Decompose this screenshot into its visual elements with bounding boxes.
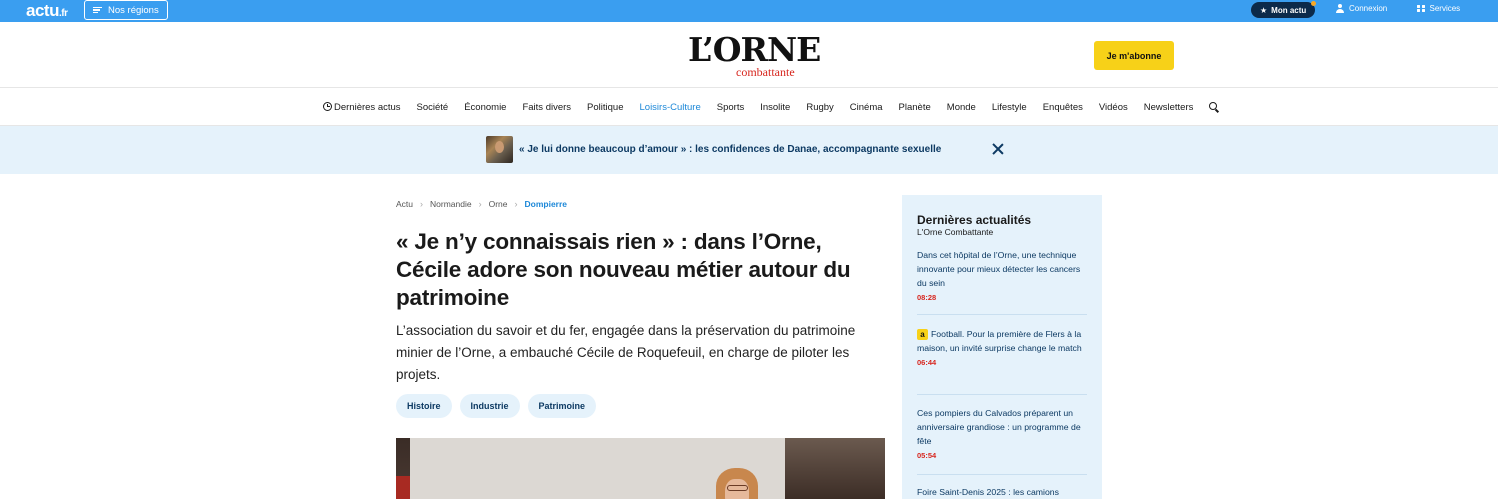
notification-dot [1311,1,1317,6]
breadcrumb: Actu › Normandie › Orne › Dompierre [396,199,567,209]
chevron-right-icon: › [478,199,482,209]
divider [917,314,1087,315]
actu-logo[interactable]: actu.fr [26,1,68,21]
news-item[interactable]: Dans cet hôpital de l’Orne, une techniqu… [917,248,1087,302]
nav-item-cinema[interactable]: Cinéma [850,102,883,113]
site-logo[interactable]: L’ORNE combattante [688,30,821,79]
services-link[interactable]: Services [1417,4,1460,13]
news-item-time: 06:44 [917,358,937,367]
latest-news-sidebar: Dernières actualités L'Orne Combattante … [902,195,1102,499]
breadcrumb-normandie[interactable]: Normandie [430,199,472,209]
tag-histoire[interactable]: Histoire [396,394,452,418]
news-item-title: Ces pompiers du Calvados préparent un an… [917,408,1081,446]
clock-icon [323,101,332,111]
login-label: Connexion [1349,4,1388,13]
nav-item-monde[interactable]: Monde [947,102,976,113]
nav-item-lifestyle[interactable]: Lifestyle [992,102,1027,113]
top-bar: actu.fr Nos régions ★ Mon actu Connexion… [0,0,1498,22]
star-icon: ★ [1260,5,1268,15]
header-divider [0,87,1498,88]
news-item-title: Foire Saint-Denis 2025 : les camions [917,487,1059,497]
banner-link[interactable]: « Je lui donne beaucoup d’amour » : les … [519,144,941,155]
chevron-right-icon: › [514,199,518,209]
nav-item-rugby[interactable]: Rugby [806,102,833,113]
subscribe-button[interactable]: Je m'abonne [1094,41,1174,70]
sidebar-title: Dernières actualités [917,213,1032,227]
user-icon [1335,4,1344,13]
nav-item-economie[interactable]: Économie [464,102,506,113]
breadcrumb-orne[interactable]: Orne [489,199,508,209]
nav-item-dernieres-actus[interactable]: Dernières actus [323,101,401,113]
tag-industrie[interactable]: Industrie [459,394,520,418]
alert-banner: « Je lui donne beaucoup d’amour » : les … [0,126,1498,174]
chevron-right-icon: › [420,199,424,209]
divider [917,394,1087,395]
news-item[interactable]: Foire Saint-Denis 2025 : les camions [917,485,1087,499]
news-item[interactable]: Ces pompiers du Calvados préparent un an… [917,406,1087,460]
menu-icon [93,5,102,15]
breadcrumb-dompierre[interactable]: Dompierre [525,199,568,209]
nav-item-societe[interactable]: Société [417,102,449,113]
news-item-time: 05:54 [917,451,937,460]
logo-subtitle: combattante [736,65,795,79]
close-icon[interactable] [992,143,1004,155]
article-photo [396,438,885,499]
article-tags: Histoire Industrie Patrimoine [396,394,597,418]
breadcrumb-actu[interactable]: Actu [396,199,413,209]
nav-item-faits-divers[interactable]: Faits divers [522,102,571,113]
nav-item-newsletters[interactable]: Newsletters [1144,102,1194,113]
grid-icon [1417,4,1425,13]
nav-item-politique[interactable]: Politique [587,102,623,113]
mon-actu-label: Mon actu [1271,5,1307,15]
divider [917,474,1087,475]
nav-item-planete[interactable]: Planète [899,102,931,113]
article-headline: « Je n’y connaissais rien » : dans l’Orn… [396,229,851,310]
services-label: Services [1429,4,1461,13]
nav-item-sports[interactable]: Sports [717,102,744,113]
news-item-time: 08:28 [917,293,937,302]
search-icon[interactable] [1209,102,1219,112]
regions-label: Nos régions [108,4,159,16]
main-nav: Dernières actus Société Économie Faits d… [323,100,1219,114]
article-lead: L’association du savoir et du fer, engag… [396,323,856,382]
login-link[interactable]: Connexion [1335,4,1387,13]
banner-thumbnail[interactable] [486,136,513,163]
premium-badge-icon: a [917,329,928,340]
news-item-title: Dans cet hôpital de l’Orne, une techniqu… [917,250,1081,288]
nav-item-enquetes[interactable]: Enquêtes [1043,102,1083,113]
news-item-title: a Football. Pour la première de Flers à l… [917,329,1082,353]
logo-title: L’ORNE [688,30,821,69]
news-item[interactable]: a Football. Pour la première de Flers à l… [917,327,1087,367]
regions-button[interactable]: Nos régions [84,0,168,20]
nav-item-loisirs-culture[interactable]: Loisirs-Culture [640,102,701,113]
nav-item-videos[interactable]: Vidéos [1099,102,1128,113]
tag-patrimoine[interactable]: Patrimoine [527,394,597,418]
nav-item-insolite[interactable]: Insolite [760,102,790,113]
sidebar-subtitle: L'Orne Combattante [917,227,994,237]
mon-actu-button[interactable]: ★ Mon actu [1251,1,1317,18]
